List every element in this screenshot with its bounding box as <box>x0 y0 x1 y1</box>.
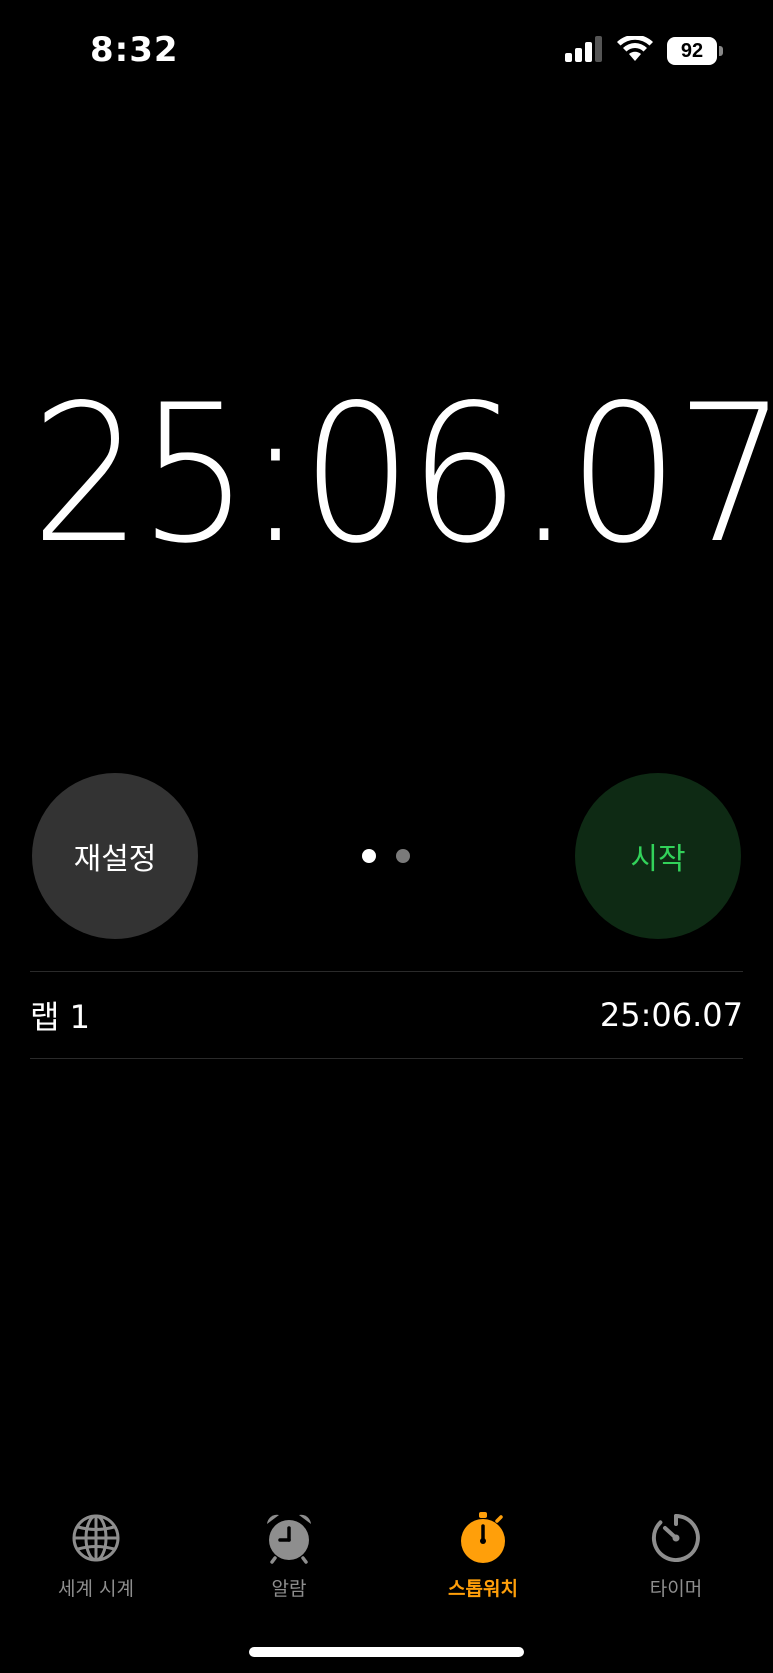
timer-icon <box>648 1510 704 1566</box>
lap-row: 랩 1 25:06.07 <box>30 972 743 1058</box>
battery-icon: 92 <box>667 37 723 65</box>
tab-world-clock[interactable]: 세계 시계 <box>6 1510 186 1601</box>
tab-label: 알람 <box>271 1578 307 1600</box>
tab-alarm[interactable]: 알람 <box>199 1510 379 1601</box>
stopwatch-icon <box>455 1510 511 1566</box>
alarm-clock-icon <box>261 1510 317 1566</box>
tab-label: 세계 시계 <box>58 1578 134 1600</box>
tab-bar: 세계 시계 알람 스톱워치 타이머 <box>0 1510 773 1620</box>
battery-level: 92 <box>667 37 717 65</box>
lap-divider-bottom <box>30 1058 743 1059</box>
tab-stopwatch[interactable]: 스톱워치 <box>393 1510 573 1601</box>
status-bar: 8:32 92 <box>0 0 773 110</box>
cellular-signal-icon <box>565 36 603 66</box>
start-button[interactable]: 시작 <box>575 773 741 939</box>
page-indicator[interactable] <box>362 849 410 863</box>
tab-timer[interactable]: 타이머 <box>586 1510 766 1601</box>
tab-label: 타이머 <box>649 1578 703 1600</box>
lap-time: 25:06.07 <box>599 996 743 1034</box>
page-dot-1[interactable] <box>362 849 376 863</box>
home-indicator[interactable] <box>249 1647 524 1657</box>
status-time: 8:32 <box>90 30 179 70</box>
lap-label: 랩 1 <box>30 998 90 1036</box>
page-dot-2[interactable] <box>396 849 410 863</box>
globe-icon <box>68 1510 124 1566</box>
reset-button[interactable]: 재설정 <box>32 773 198 939</box>
status-icons: 92 <box>565 34 723 66</box>
wifi-icon <box>617 34 653 66</box>
tab-label: 스톱워치 <box>448 1578 518 1600</box>
elapsed-time-display: 25:06.07 <box>30 364 773 585</box>
